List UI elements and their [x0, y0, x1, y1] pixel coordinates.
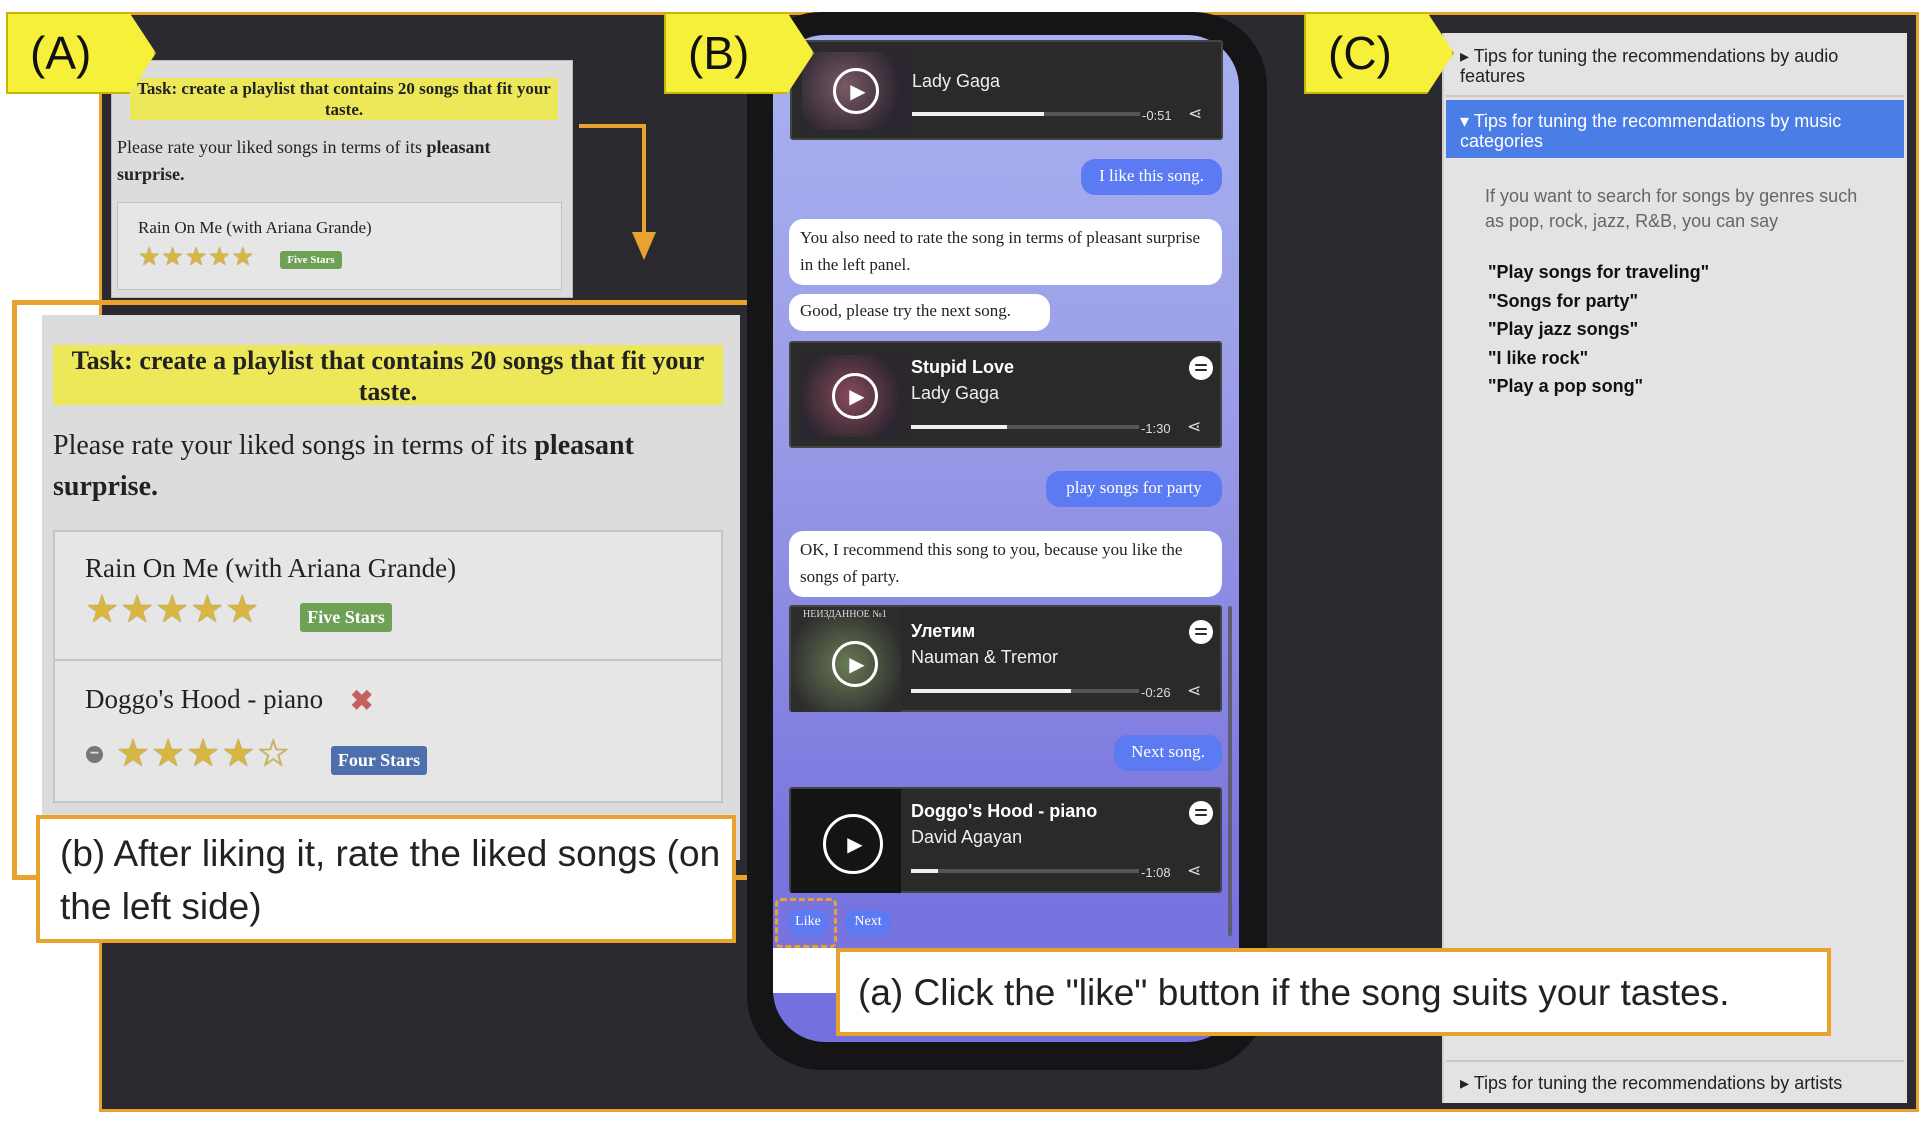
- time-remaining: -0:26: [1141, 685, 1171, 700]
- progress-fill: [911, 869, 939, 873]
- time-remaining: -0:51: [1142, 108, 1172, 123]
- song-title: Doggo's Hood - piano: [85, 684, 324, 714]
- example-command: "Play jazz songs": [1488, 319, 1639, 339]
- music-player-card: НЕИЗДАННОЕ №1 ▶ Улетим Nauman & Tremor -…: [789, 605, 1222, 712]
- connector-arrow: [579, 124, 646, 128]
- star-rating[interactable]: ★★★★★: [85, 590, 260, 630]
- progress-bar[interactable]: [911, 869, 1139, 873]
- connector-arrow: [642, 124, 646, 246]
- star-rating[interactable]: ★★★★★: [138, 244, 255, 270]
- share-icon[interactable]: ⋖: [1187, 417, 1201, 437]
- progress-fill: [911, 425, 1007, 429]
- star-rating[interactable]: ★★★★☆: [116, 734, 291, 774]
- rating-badge: Five Stars: [280, 251, 342, 269]
- bot-message: Good, please try the next song.: [789, 294, 1050, 331]
- spotify-icon[interactable]: [1189, 801, 1213, 825]
- bot-message: You also need to rate the song in terms …: [789, 219, 1222, 285]
- player-artist: Lady Gaga: [911, 383, 1000, 403]
- next-button[interactable]: Next: [845, 910, 891, 936]
- progress-fill: [911, 689, 1071, 693]
- label-tag-a: (A): [6, 12, 156, 94]
- label-tag-b: (B): [664, 12, 814, 94]
- player-title: Улетим: [911, 621, 976, 641]
- accordion-music-categories[interactable]: ▾ Tips for tuning the recommendations by…: [1446, 100, 1904, 158]
- song-title: Rain On Me (with Ariana Grande): [85, 553, 457, 583]
- caption-a: (a) Click the "like" button if the song …: [836, 948, 1831, 1036]
- rating-instruction: Please rate your liked songs in terms of…: [117, 137, 491, 184]
- example-command: "Play a pop song": [1488, 376, 1644, 396]
- rating-badge: Four Stars: [331, 746, 427, 775]
- rating-instruction: Please rate your liked songs in terms of…: [53, 430, 634, 502]
- accordion-artists[interactable]: ▸ Tips for tuning the recommendations by…: [1446, 1060, 1904, 1100]
- spotify-icon[interactable]: [1189, 620, 1213, 644]
- user-message: Next song.: [1114, 735, 1222, 771]
- song-title: Rain On Me (with Ariana Grande): [138, 218, 372, 237]
- task-banner: Task: create a playlist that contains 20…: [53, 345, 723, 406]
- like-button[interactable]: Like: [788, 910, 828, 936]
- time-remaining: -1:08: [1141, 865, 1171, 880]
- example-command: "I like rock": [1488, 347, 1589, 368]
- accordion-audio-features[interactable]: ▸ Tips for tuning the recommendations by…: [1446, 35, 1904, 97]
- play-icon[interactable]: ▶: [832, 641, 878, 687]
- task-banner: Task: create a playlist that contains 20…: [130, 78, 558, 120]
- share-icon[interactable]: ⋖: [1187, 861, 1201, 881]
- divider: [55, 659, 721, 661]
- player-title: Stupid Love: [911, 357, 1014, 377]
- progress-bar[interactable]: [912, 112, 1140, 116]
- music-player-card: ▶ Stupid Love Lady Gaga -1:30 ⋖: [789, 341, 1222, 448]
- player-artist: Nauman & Tremor: [911, 647, 1059, 667]
- user-message: I like this song.: [1081, 159, 1222, 195]
- share-icon[interactable]: ⋖: [1187, 681, 1201, 701]
- tips-description: If you want to search for songs by genre…: [1485, 186, 1858, 231]
- music-player-card: ▶ Lady Gaga -0:51 ⋖: [790, 40, 1223, 140]
- album-art-label: НЕИЗДАННОЕ №1: [803, 609, 887, 620]
- caret-right-icon: ▸: [1460, 1073, 1474, 1093]
- player-artist: Lady Gaga: [912, 71, 1001, 91]
- rating-badge: Five Stars: [300, 603, 392, 632]
- clear-rating-icon[interactable]: −: [86, 746, 103, 763]
- spotify-icon[interactable]: [1189, 356, 1213, 380]
- player-title: Doggo's Hood - piano: [911, 801, 1098, 821]
- caret-down-icon: ▾: [1460, 111, 1474, 131]
- user-message: play songs for party: [1046, 471, 1222, 507]
- progress-fill: [912, 112, 1045, 116]
- time-remaining: -1:30: [1141, 421, 1171, 436]
- play-icon[interactable]: ▶: [833, 68, 879, 114]
- example-command: "Play songs for traveling": [1488, 262, 1710, 282]
- progress-bar[interactable]: [911, 689, 1139, 693]
- chat-scrollbar[interactable]: [1228, 606, 1232, 936]
- label-tag-c: (C): [1304, 12, 1454, 94]
- music-player-card: ▶ Doggo's Hood - piano David Agayan -1:0…: [789, 787, 1222, 893]
- play-icon[interactable]: ▶: [832, 373, 878, 419]
- caret-right-icon: ▸: [1460, 46, 1474, 66]
- play-icon[interactable]: ▶: [823, 814, 883, 874]
- caption-b: (b) After liking it, rate the liked song…: [36, 815, 736, 943]
- bot-message: OK, I recommend this song to you, becaus…: [789, 531, 1222, 597]
- remove-icon[interactable]: ✖: [350, 684, 373, 717]
- share-icon[interactable]: ⋖: [1188, 104, 1202, 124]
- player-artist: David Agayan: [911, 827, 1023, 847]
- example-command: "Songs for party": [1488, 290, 1639, 311]
- example-commands: "Play songs for traveling" "Songs for pa…: [1488, 258, 1709, 401]
- progress-bar[interactable]: [911, 425, 1139, 429]
